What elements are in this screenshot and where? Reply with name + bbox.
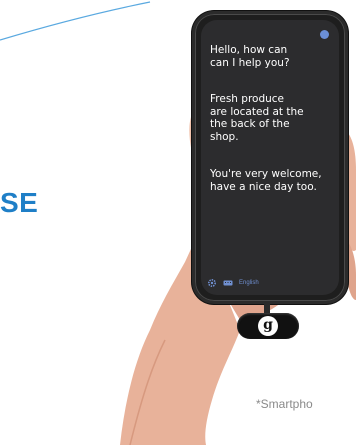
- footnote-text: *Smartpho: [256, 397, 313, 411]
- keyboard-icon[interactable]: [223, 278, 233, 288]
- brand-logo: g: [258, 316, 278, 336]
- phone-bottom-bar: English: [207, 278, 259, 288]
- status-indicator: [320, 30, 329, 39]
- message-greeting: Hello, how can can I help you?: [210, 44, 290, 69]
- smartphone: Hello, how can can I help you? Fresh pro…: [192, 11, 348, 304]
- translator-dongle: g: [237, 313, 299, 339]
- gear-icon[interactable]: [207, 278, 217, 288]
- language-selector[interactable]: English: [239, 280, 259, 286]
- phone-screen: Hello, how can can I help you? Fresh pro…: [201, 20, 339, 295]
- message-produce-location: Fresh produce are located at the the bac…: [210, 93, 304, 143]
- message-farewell: You're very welcome, have a nice day too…: [210, 168, 322, 193]
- product-scene: SE Hello, how can can I help you? Fresh …: [0, 0, 356, 445]
